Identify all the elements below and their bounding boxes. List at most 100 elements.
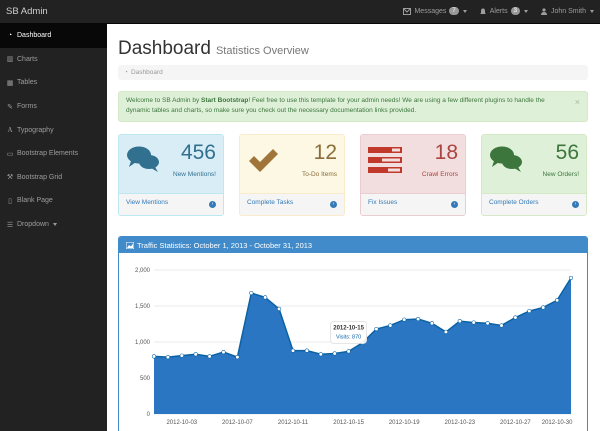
messages-label: Messages [414,7,447,15]
sidebar-item-label: Tables [17,79,38,87]
sidebar-item-label: Charts [17,55,38,63]
data-point [416,316,421,322]
chart-title: Traffic Statistics: October 1, 2013 - Oc… [137,240,313,250]
data-point [290,348,296,353]
chevron-down-icon [52,223,57,227]
alert-link[interactable]: Start Bootstrap [201,97,248,104]
data-point [179,353,184,358]
navbar-right: Messages 7 Alerts 3 John Smith [403,7,594,15]
desktop-icon: ▭ [6,150,14,158]
bar-chart-icon: ▥ [6,56,14,64]
arrow-circle-right-icon: › [209,201,216,208]
panel-footer-label: Complete Orders [489,199,539,206]
traffic-area-chart: 0 500 1,000 1,500 2,000 2012-10-03 2012-10-07 2… [135,268,574,426]
page-title: Dashboard [118,38,211,59]
close-icon[interactable]: × [575,97,580,107]
panel-footer-link[interactable]: View Mentions › [119,193,223,215]
breadcrumb-item[interactable]: Dashboard [131,69,163,76]
stat-panel-errors: 18 Crawl Errors Fix Issues › [360,134,466,216]
top-navbar: SB Admin Messages 7 Alerts 3 John Smith [0,0,600,24]
main-content: Dashboard Statistics Overview ◔ Dashboar… [107,24,600,431]
sidebar: ◔ Dashboard ▥ Charts ▦ Tables ✎ Forms A … [0,24,107,431]
sidebar-item-dashboard[interactable]: ◔ Dashboard [0,24,107,48]
sidebar-item-label: Typography [17,126,54,134]
panel-heading: 12 To-Do Items [240,135,344,193]
user-dropdown[interactable]: John Smith [540,8,594,15]
data-point [318,352,323,357]
sidebar-item-forms[interactable]: ✎ Forms [0,95,107,119]
stat-panel-orders: 56 New Orders! Complete Orders › [481,134,587,216]
bell-icon [479,8,486,14]
sidebar-item-charts[interactable]: ▥ Charts [0,48,107,72]
panel-footer-link[interactable]: Fix Issues › [361,193,465,215]
data-point [165,355,171,360]
chart-panel-heading: Traffic Statistics: October 1, 2013 - Oc… [119,237,587,253]
y-tick-label: 0 [147,412,151,418]
data-point [485,321,490,326]
sidebar-item-dropdown[interactable]: ☰ Dropdown [0,213,107,237]
panel-heading: 456 New Mentions! [119,135,223,193]
y-tick-label: 2,000 [135,268,151,274]
data-point [457,319,462,324]
data-point [555,298,560,303]
tooltip-value: Visits: 870 [336,334,361,340]
data-point [235,355,240,360]
stat-label: To-Do Items [301,171,337,178]
data-point [541,305,546,310]
sidebar-item-bootstrap-grid[interactable]: ⚒ Bootstrap Grid [0,166,107,190]
stat-panel-mentions: 456 New Mentions! View Mentions › [118,134,224,216]
data-point [513,315,518,320]
page-subtitle: Statistics Overview [215,45,309,57]
data-point [374,326,379,332]
x-tick-label: 2012-10-07 [222,420,253,426]
sidebar-item-blank-page[interactable]: ▯ Blank Page [0,189,107,213]
data-point [402,317,407,322]
panel-footer-label: Fix Issues [368,199,398,206]
sidebar-item-typography[interactable]: A Typography [0,118,107,142]
x-tick-label: 2012-10-11 [278,420,309,426]
alert-text-pre: Welcome to SB Admin by [126,97,202,104]
sidebar-item-bootstrap-elements[interactable]: ▭ Bootstrap Elements [0,142,107,166]
y-tick-label: 1,500 [135,304,151,310]
user-icon [540,7,547,15]
stat-label: New Mentions! [173,171,216,178]
data-point [443,329,449,335]
alerts-count-badge: 3 [510,7,520,15]
panel-heading: 56 New Orders! [482,135,586,193]
table-icon: ▦ [6,79,14,87]
x-tick-label: 2012-10-27 [500,420,531,426]
alerts-dropdown[interactable]: Alerts 3 [479,7,528,15]
tooltip-date: 2012-10-15 [333,325,364,331]
stat-number: 18 [434,141,458,164]
panel-footer-label: Complete Tasks [247,199,294,206]
messages-count-badge: 7 [449,7,459,15]
sidebar-item-label: Forms [17,103,37,111]
data-point [332,351,337,356]
data-point [429,321,435,326]
data-point [151,354,157,359]
panel-footer-link[interactable]: Complete Tasks › [240,193,344,215]
data-point [346,349,351,354]
data-point [471,320,476,325]
brand-link[interactable]: SB Admin [6,6,48,17]
dashboard-icon: ◔ [7,32,13,40]
breadcrumb: ◔ Dashboard [118,65,588,80]
stat-panel-todo: 12 To-Do Items Complete Tasks › [239,134,345,216]
data-point [568,275,574,281]
list-icon: ☰ [6,221,14,229]
sidebar-item-tables[interactable]: ▦ Tables [0,71,107,95]
data-point [249,290,254,296]
sidebar-item-label: Blank Page [17,197,53,205]
panel-footer-link[interactable]: Complete Orders › [482,193,586,215]
tasks-icon [368,147,402,173]
messages-dropdown[interactable]: Messages 7 [403,7,467,15]
x-tick-label: 2012-10-15 [333,420,364,426]
user-name: John Smith [550,7,586,15]
dashboard-icon: ◔ [124,69,128,76]
data-point [499,323,504,328]
stat-label: Crawl Errors [421,171,458,178]
traffic-chart-panel: Traffic Statistics: October 1, 2013 - Oc… [118,236,588,431]
comments-icon [127,146,159,172]
alerts-label: Alerts [489,7,508,15]
data-point [277,306,282,311]
